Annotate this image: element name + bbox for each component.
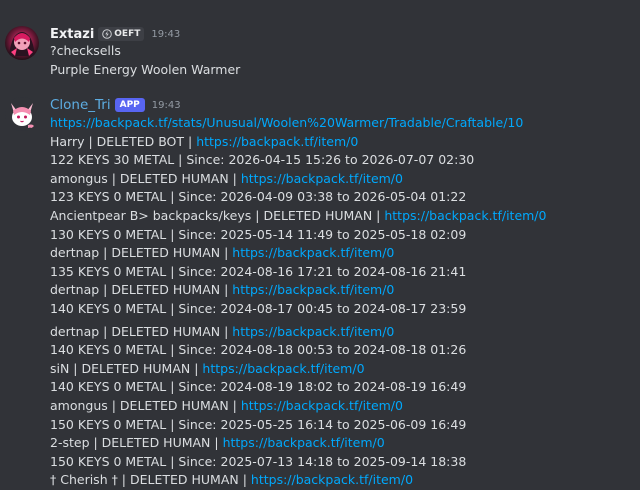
list-item: 2-step | DELETED HUMAN | https://backpac…: [50, 434, 546, 453]
price-line: 140 KEYS 0 METAL | Since: 2024-08-17 00:…: [50, 300, 467, 316]
previous-message-fragment: [96, 0, 136, 2]
timestamp: 19:43: [151, 99, 181, 111]
stats-link[interactable]: https://backpack.tf/stats/Unusual/Woolen…: [50, 115, 523, 130]
list-item: siN | DELETED HUMAN | https://backpack.t…: [50, 360, 546, 379]
clan-tag-label: OEFT: [114, 29, 141, 39]
list-item: Ancientpear B> backpacks/keys | DELETED …: [50, 207, 546, 226]
price-line: 150 KEYS 0 METAL | Since: 2025-07-13 14:…: [50, 453, 467, 469]
price-line: 140 KEYS 0 METAL | Since: 2024-08-18 00:…: [50, 342, 467, 358]
seller-text: 2-step | DELETED HUMAN |: [50, 435, 223, 451]
seller-text: amongus | DELETED HUMAN |: [50, 397, 241, 413]
price-line: 123 KEYS 0 METAL | Since: 2026-04-09 03:…: [50, 189, 467, 205]
message-body: https://backpack.tf/stats/Unusual/Woolen…: [50, 114, 546, 490]
item-link[interactable]: https://backpack.tf/item/0: [232, 245, 394, 260]
message-header: Clone_Tri APP 19:43: [50, 97, 181, 113]
price-line: 135 KEYS 0 METAL | Since: 2024-08-16 17:…: [50, 263, 467, 279]
timestamp: 19:43: [151, 28, 181, 40]
message-header: Extazi OEFT 19:43: [50, 26, 180, 42]
item-link[interactable]: https://backpack.tf/item/0: [223, 435, 385, 450]
message-line: ?checksells: [50, 43, 121, 58]
message-line: Purple Energy Woolen Warmer: [50, 61, 241, 77]
seller-text: Harry | DELETED BOT |: [50, 133, 197, 149]
price-line: 150 KEYS 0 METAL | Since: 2025-05-25 16:…: [50, 416, 467, 432]
bot-avatar[interactable]: [5, 97, 39, 131]
lightning-badge-icon: [102, 29, 113, 39]
app-badge: APP: [114, 98, 145, 112]
item-link[interactable]: https://backpack.tf/item/0: [196, 134, 358, 149]
seller-text: amongus | DELETED HUMAN |: [50, 170, 241, 186]
list-item: amongus | DELETED HUMAN | https://backpa…: [50, 170, 546, 189]
list-item: amongus | DELETED HUMAN | https://backpa…: [50, 397, 546, 416]
username[interactable]: Clone_Tri: [50, 97, 111, 113]
item-link[interactable]: https://backpack.tf/item/0: [384, 208, 546, 223]
price-line: 130 KEYS 0 METAL | Since: 2025-05-14 11:…: [50, 226, 467, 242]
list-item: Harry | DELETED BOT | https://backpack.t…: [50, 133, 546, 152]
seller-text: dertnap | DELETED HUMAN |: [50, 282, 233, 298]
item-link[interactable]: https://backpack.tf/item/0: [241, 398, 403, 413]
username[interactable]: Extazi: [50, 27, 94, 42]
item-link[interactable]: https://backpack.tf/item/0: [241, 171, 403, 186]
list-item: dertnap | DELETED HUMAN | https://backpa…: [50, 244, 546, 263]
list-item: dertnap | DELETED HUMAN | https://backpa…: [50, 281, 546, 300]
price-line: 122 KEYS 30 METAL | Since: 2026-04-15 15…: [50, 152, 475, 168]
user-avatar[interactable]: [5, 26, 39, 60]
message-body: ?checksells Purple Energy Woolen Warmer: [50, 42, 240, 79]
item-link[interactable]: https://backpack.tf/item/0: [232, 324, 394, 339]
seller-text: † Cherish † | DELETED HUMAN |: [50, 472, 251, 488]
seller-text: Ancientpear B> backpacks/keys | DELETED …: [50, 207, 385, 223]
seller-text: siN | DELETED HUMAN |: [50, 360, 203, 376]
list-item: dertnap | DELETED HUMAN | https://backpa…: [50, 323, 546, 342]
item-link[interactable]: https://backpack.tf/item/0: [202, 361, 364, 376]
seller-text: dertnap | DELETED HUMAN |: [50, 323, 233, 339]
price-line: 140 KEYS 0 METAL | Since: 2024-08-19 18:…: [50, 379, 467, 395]
clan-tag[interactable]: OEFT: [98, 27, 145, 41]
list-item: † Cherish † | DELETED HUMAN | https://ba…: [50, 471, 546, 490]
item-link[interactable]: https://backpack.tf/item/0: [251, 472, 413, 487]
item-link[interactable]: https://backpack.tf/item/0: [232, 282, 394, 297]
seller-text: dertnap | DELETED HUMAN |: [50, 245, 233, 261]
